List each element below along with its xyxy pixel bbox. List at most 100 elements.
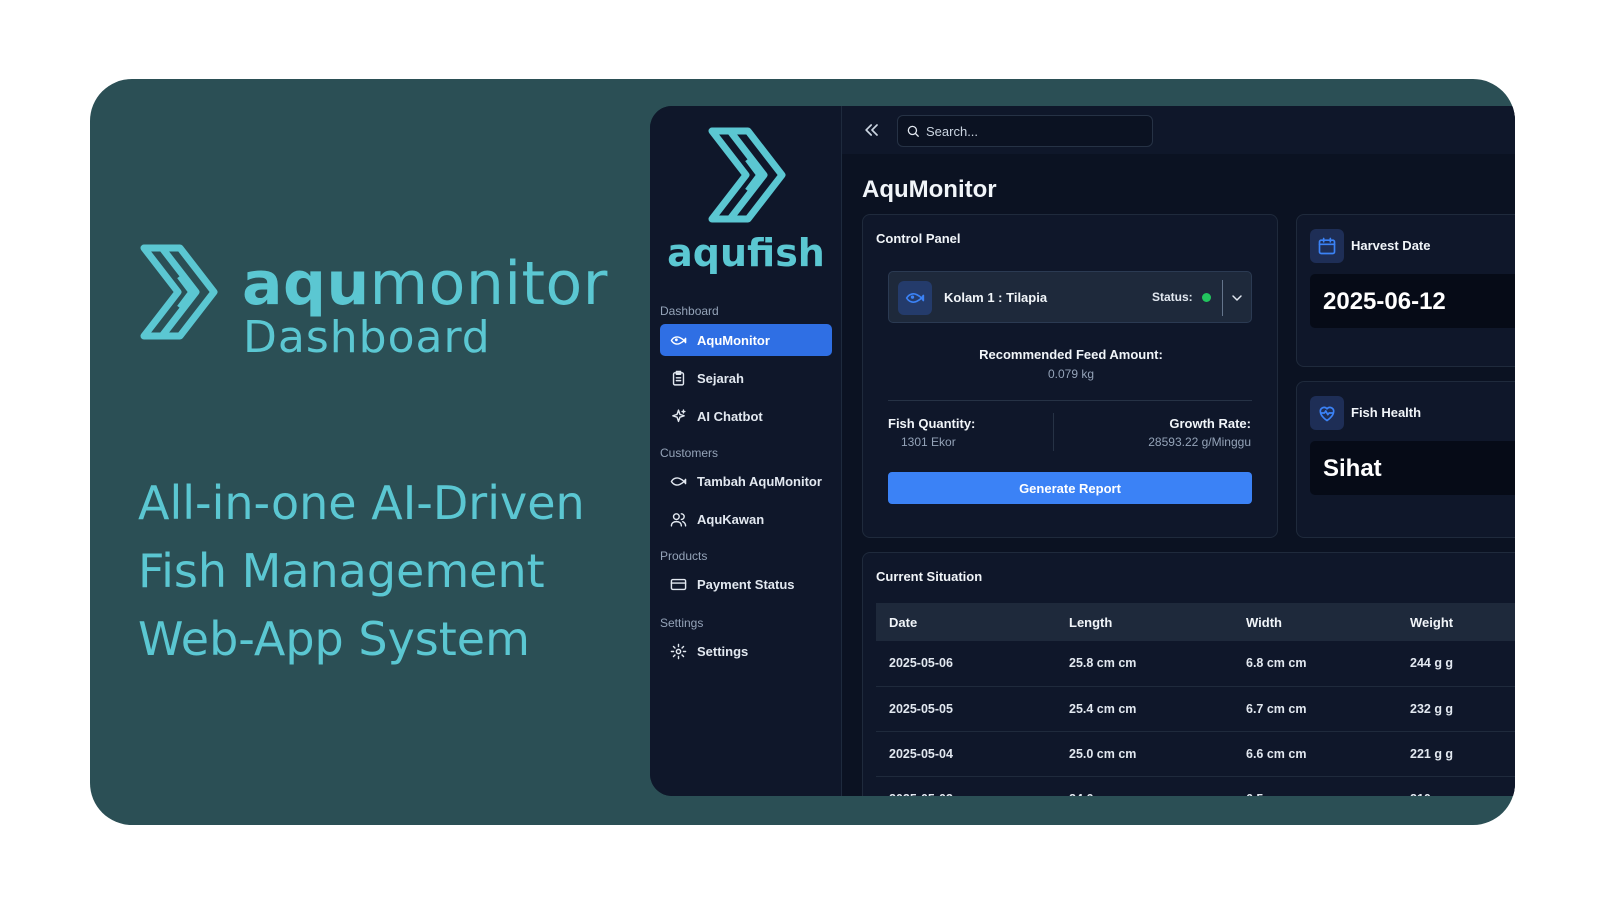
- table-row: 2025-05-05 25.4 cm cm 6.7 cm cm 232 g g: [876, 686, 1515, 732]
- table-cell: 221 g g: [1397, 731, 1515, 777]
- aqufish-logo-icon: [140, 244, 218, 340]
- chevron-down-icon[interactable]: [1229, 290, 1245, 306]
- table-row: 2025-05-04 25.0 cm cm 6.6 cm cm 221 g g: [876, 731, 1515, 777]
- sidebar-item-aqukawan[interactable]: AquKawan: [660, 503, 832, 535]
- table-cell: 2025-05-04: [876, 731, 1056, 777]
- table-cell: 2025-05-03: [876, 776, 1056, 796]
- divider: [888, 400, 1252, 401]
- fish-health-value: Sihat: [1323, 455, 1382, 482]
- calendar-icon-box: [1310, 229, 1344, 263]
- tagline-line: Web-App System: [138, 612, 530, 666]
- table-cell: 25.8 cm cm: [1056, 641, 1233, 687]
- clipboard-icon: [672, 370, 685, 386]
- sidebar-item-label: Tambah AquMonitor: [697, 473, 822, 489]
- table-cell: 6.5 cm cm: [1233, 776, 1397, 796]
- sidebar-item-aqumonitor[interactable]: AquMonitor: [660, 324, 832, 356]
- sidebar-item-label: Settings: [697, 643, 749, 659]
- table-cell: 6.6 cm cm: [1233, 731, 1397, 777]
- table-cell: 25.4 cm cm: [1056, 686, 1233, 732]
- table-cell: 244 g g: [1397, 641, 1515, 687]
- control-panel-card: Control Panel Kolam 1 : Tilapia Status: …: [862, 214, 1278, 538]
- current-situation-card: Current Situation Date Length Width Weig…: [862, 552, 1515, 796]
- divider: [1053, 413, 1054, 451]
- fish-health-card: Fish Health Sihat: [1296, 381, 1515, 538]
- quantity-label: Fish Quantity:: [888, 416, 976, 431]
- table-cell: 25.0 cm cm: [1056, 731, 1233, 777]
- calendar-icon: [1318, 237, 1336, 255]
- pond-select[interactable]: Kolam 1 : Tilapia Status:: [888, 271, 1252, 323]
- heart-icon-box: [1310, 396, 1344, 430]
- sidebar-item-ai-chatbot[interactable]: AI Chatbot: [660, 400, 832, 432]
- search-icon: [907, 125, 919, 137]
- situation-table: Date Length Width Weight 2025-05-06 25.8…: [876, 603, 1515, 796]
- tagline-line: All-in-one AI-Driven: [138, 476, 585, 530]
- table-cell: 232 g g: [1397, 686, 1515, 732]
- hero-wordmark: aqumonitor: [242, 249, 608, 319]
- sidebar-item-label: AI Chatbot: [697, 408, 763, 424]
- table-cell: 24.6 cm cm: [1056, 776, 1233, 796]
- sidebar-item-label: Sejarah: [697, 370, 744, 386]
- credit-card-icon: [670, 578, 687, 590]
- table-header-row: Date Length Width Weight: [876, 603, 1515, 641]
- app-window: aqufish Dashboard AquMonitor Sejarah AI …: [650, 106, 1515, 796]
- hero-tagline: All-in-one AI-Driven Fish Management Web…: [138, 469, 658, 673]
- table-row: 2025-05-03 24.6 cm cm 6.5 cm cm 210 g g: [876, 776, 1515, 796]
- sidebar-item-tambah-aqumonitor[interactable]: Tambah AquMonitor: [660, 465, 832, 497]
- hero-subtitle: Dashboard: [243, 312, 491, 363]
- sidebar-item-payment-status[interactable]: Payment Status: [660, 568, 832, 600]
- sidebar-item-sejarah[interactable]: Sejarah: [660, 362, 832, 394]
- heart-pulse-icon: [1319, 406, 1335, 422]
- card-title: Control Panel: [876, 231, 961, 246]
- status-indicator: [1202, 293, 1211, 302]
- gear-icon: [670, 643, 687, 659]
- harvest-title: Harvest Date: [1351, 238, 1431, 253]
- generate-report-button[interactable]: Generate Report: [888, 472, 1252, 504]
- sidebar-item-label: AquKawan: [697, 511, 765, 527]
- card-title: Current Situation: [876, 569, 983, 584]
- growth-rate-value: 28593.22 g/Minggu: [1148, 435, 1251, 449]
- section-products: Products: [660, 549, 708, 563]
- harvest-value-box: 2025-06-12: [1310, 274, 1515, 328]
- column-header: Width: [1233, 603, 1397, 641]
- column-header: Weight: [1397, 603, 1515, 641]
- search-box: [897, 115, 1153, 147]
- harvest-date-card: Harvest Date 2025-06-12: [1296, 214, 1515, 367]
- topbar: [842, 106, 1515, 154]
- table-cell: 6.7 cm cm: [1233, 686, 1397, 732]
- section-settings: Settings: [660, 616, 704, 630]
- pond-name: Kolam 1 : Tilapia: [944, 290, 1048, 305]
- aqufish-logo-icon: [708, 127, 786, 223]
- section-dashboard: Dashboard: [660, 304, 719, 318]
- quantity-value: 1301 Ekor: [901, 435, 956, 449]
- page-title: AquMonitor: [862, 176, 997, 203]
- section-customers: Customers: [660, 446, 719, 460]
- tagline-line: Fish Management: [138, 544, 545, 598]
- table-cell: 210 g g: [1397, 776, 1515, 796]
- harvest-date-value: 2025-06-12: [1323, 288, 1446, 315]
- fish-health-value-box: Sihat: [1310, 441, 1515, 495]
- feed-value: 0.079 kg: [1047, 367, 1095, 381]
- column-header: Length: [1056, 603, 1233, 641]
- sidebar-brand: aqufish: [667, 231, 825, 275]
- fish-add-icon: [670, 476, 687, 486]
- collapse-sidebar-icon[interactable]: [862, 120, 882, 140]
- divider: [1222, 280, 1223, 316]
- table-cell: 2025-05-05: [876, 686, 1056, 732]
- search-input[interactable]: [926, 123, 1136, 139]
- growth-rate-label: Growth Rate:: [1169, 416, 1251, 431]
- status-label: Status:: [1152, 290, 1193, 304]
- table-cell: 6.8 cm cm: [1233, 641, 1397, 687]
- sidebar-item-settings[interactable]: Settings: [660, 635, 832, 667]
- sidebar-item-label: Payment Status: [697, 576, 795, 592]
- fish-health-title: Fish Health: [1351, 405, 1422, 420]
- promo-banner: aqumonitor Dashboard All-in-one AI-Drive…: [90, 79, 1515, 825]
- column-header: Date: [876, 603, 1056, 641]
- pond-icon-box: [898, 281, 932, 315]
- sparkles-icon: [672, 408, 686, 422]
- sidebar-item-label: AquMonitor: [697, 332, 770, 348]
- users-icon: [670, 512, 687, 527]
- sidebar: aqufish Dashboard AquMonitor Sejarah AI …: [650, 106, 842, 796]
- fish-icon: [905, 293, 925, 303]
- feed-label: Recommended Feed Amount:: [979, 347, 1163, 362]
- table-row: 2025-05-06 25.8 cm cm 6.8 cm cm 244 g g: [876, 641, 1515, 687]
